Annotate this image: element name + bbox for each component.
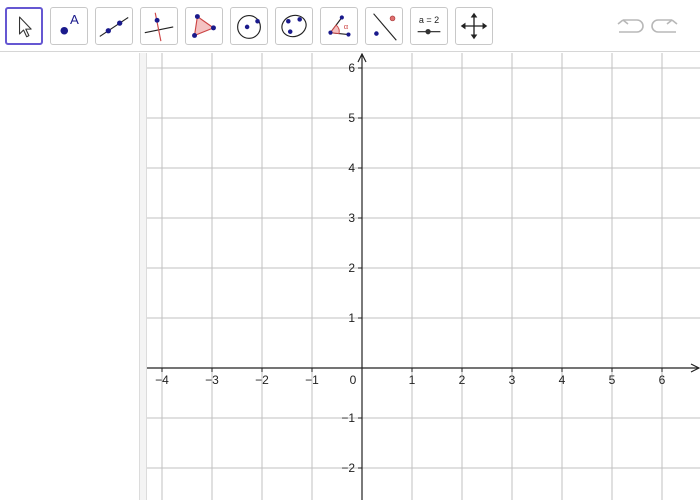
move-tool-button[interactable] bbox=[5, 7, 43, 45]
x-tick-label: 0 bbox=[350, 373, 357, 387]
circle-with-center-icon bbox=[237, 15, 261, 39]
y-tick-label: 1 bbox=[348, 311, 355, 325]
point-icon: A bbox=[60, 12, 79, 35]
x-tick-label: 4 bbox=[559, 373, 566, 387]
x-tick-label: 6 bbox=[659, 373, 666, 387]
toolbar: A α a = 2 bbox=[0, 0, 700, 52]
line-through-two-points-icon bbox=[99, 17, 129, 37]
circle-tool-button[interactable] bbox=[230, 7, 268, 45]
x-tick-label: −3 bbox=[205, 373, 219, 387]
line-tool-button[interactable] bbox=[95, 7, 133, 45]
perpendicular-line-tool-button[interactable] bbox=[140, 7, 178, 45]
slider-label: a = 2 bbox=[419, 15, 439, 25]
x-tick-label: 1 bbox=[409, 373, 416, 387]
y-tick-label: 6 bbox=[348, 61, 355, 75]
perpendicular-line-icon bbox=[144, 12, 174, 42]
angle-label: α bbox=[344, 22, 349, 31]
x-tick-label: 5 bbox=[609, 373, 616, 387]
y-tick-label: −2 bbox=[341, 461, 355, 475]
slider-icon: a = 2 bbox=[417, 15, 441, 35]
ellipse-through-points-icon bbox=[281, 14, 307, 38]
move-graphics-view-tool-button[interactable] bbox=[455, 7, 493, 45]
x-tick-label: −1 bbox=[305, 373, 319, 387]
polygon-tool-button[interactable] bbox=[185, 7, 223, 45]
x-tick-label: −2 bbox=[255, 373, 269, 387]
move-graphics-view-icon bbox=[460, 12, 488, 40]
reflect-about-line-icon bbox=[373, 13, 397, 41]
redo-icon bbox=[651, 19, 678, 33]
y-tick-label: −1 bbox=[341, 411, 355, 425]
x-tick-label: −4 bbox=[155, 373, 169, 387]
angle-icon: α bbox=[328, 15, 351, 37]
arrow-pointer-icon bbox=[18, 16, 32, 38]
undo-button[interactable] bbox=[613, 12, 645, 40]
y-tick-label: 2 bbox=[348, 261, 355, 275]
conic-tool-button[interactable] bbox=[275, 7, 313, 45]
redo-button[interactable] bbox=[650, 12, 682, 40]
graphics-view[interactable]: −4 −3 −2 −1 0 1 2 3 4 5 6 6 5 4 3 2 1 −1 −2 bbox=[147, 53, 700, 500]
point-tool-button[interactable]: A bbox=[50, 7, 88, 45]
point-label: A bbox=[70, 12, 79, 27]
y-tick-label: 4 bbox=[348, 161, 355, 175]
view-splitter[interactable] bbox=[139, 53, 147, 500]
y-tick-label: 3 bbox=[348, 211, 355, 225]
undo-icon bbox=[617, 19, 644, 33]
x-tick-label: 2 bbox=[459, 373, 466, 387]
x-tick-label: 3 bbox=[509, 373, 516, 387]
coordinate-grid: −4 −3 −2 −1 0 1 2 3 4 5 6 6 5 4 3 2 1 −1 −2 bbox=[147, 53, 700, 500]
slider-tool-button[interactable]: a = 2 bbox=[410, 7, 448, 45]
polygon-icon bbox=[192, 14, 216, 38]
reflect-tool-button[interactable] bbox=[365, 7, 403, 45]
algebra-view[interactable] bbox=[0, 53, 139, 500]
y-tick-label: 5 bbox=[348, 111, 355, 125]
angle-tool-button[interactable]: α bbox=[320, 7, 358, 45]
